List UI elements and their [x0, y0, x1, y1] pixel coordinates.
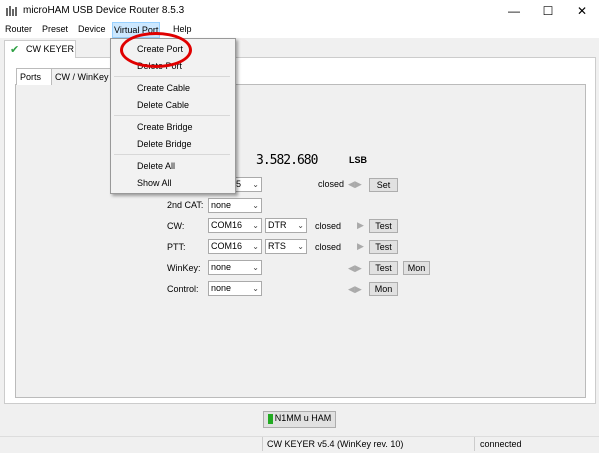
- mode-display: LSB: [349, 155, 367, 165]
- menu-preset[interactable]: Preset: [42, 24, 68, 34]
- led-icon: [267, 413, 273, 424]
- close-button[interactable]: ✕: [565, 0, 599, 22]
- winkey-status-icon: ◀▶: [348, 263, 362, 273]
- status-separator: [262, 437, 263, 451]
- frequency-display: 3.582.680: [256, 153, 318, 168]
- winkey-test-button[interactable]: Test: [369, 261, 398, 275]
- ptt-test-button[interactable]: Test: [369, 240, 398, 254]
- menu-separator: [114, 115, 230, 116]
- cat-status-icon: ◀▶: [348, 179, 362, 189]
- tab-ports[interactable]: Ports: [16, 68, 52, 85]
- window-title: microHAM USB Device Router 8.5.3: [23, 5, 185, 16]
- menu-separator: [114, 154, 230, 155]
- minimize-button[interactable]: —: [497, 0, 531, 22]
- ptt-line-select[interactable]: RTS ⌄: [265, 239, 307, 254]
- menu-help[interactable]: Help: [173, 24, 192, 34]
- ptt-status-icon: ▶: [357, 241, 364, 251]
- ptt-status: closed: [315, 242, 342, 252]
- cw-label: CW:: [167, 221, 185, 231]
- tab-cw-keyer[interactable]: ✔ CW KEYER: [4, 40, 76, 58]
- second-cat-select[interactable]: none ⌄: [208, 198, 262, 213]
- winkey-mon-button[interactable]: Mon: [403, 261, 430, 275]
- menu-delete-cable[interactable]: Delete Cable: [137, 100, 189, 110]
- cw-test-button[interactable]: Test: [369, 219, 398, 233]
- control-status-icon: ◀▶: [348, 284, 362, 294]
- menu-create-bridge[interactable]: Create Bridge: [137, 122, 193, 132]
- device-version: CW KEYER v5.4 (WinKey rev. 10): [267, 439, 404, 449]
- n1mm-button[interactable]: N1MM u HAM: [263, 411, 336, 428]
- app-icon: [6, 6, 17, 16]
- cat-status: closed: [318, 179, 345, 189]
- menu-create-cable[interactable]: Create Cable: [137, 83, 190, 93]
- connection-status: connected: [480, 439, 522, 449]
- winkey-label: WinKey:: [167, 263, 201, 273]
- cw-line-select[interactable]: DTR ⌄: [265, 218, 307, 233]
- highlight-circle: [120, 32, 192, 68]
- cw-status: closed: [315, 221, 342, 231]
- second-cat-label: 2nd CAT:: [167, 200, 204, 210]
- menu-separator: [114, 76, 230, 77]
- menu-router[interactable]: Router: [5, 24, 32, 34]
- cw-status-icon: ▶: [357, 220, 364, 230]
- menu-delete-bridge[interactable]: Delete Bridge: [137, 139, 192, 149]
- status-separator: [474, 437, 475, 451]
- control-port-select[interactable]: none ⌄: [208, 281, 262, 296]
- control-label: Control:: [167, 284, 199, 294]
- tab-cw-keyer-label: CW KEYER: [26, 44, 75, 54]
- control-mon-button[interactable]: Mon: [369, 282, 398, 296]
- ptt-port-select[interactable]: COM16 ⌄: [208, 239, 262, 254]
- check-icon: ✔: [10, 44, 20, 56]
- menu-show-all[interactable]: Show All: [137, 178, 172, 188]
- ptt-label: PTT:: [167, 242, 186, 252]
- winkey-port-select[interactable]: none ⌄: [208, 260, 262, 275]
- maximize-button[interactable]: ☐: [531, 0, 565, 22]
- cw-port-select[interactable]: COM16 ⌄: [208, 218, 262, 233]
- cat-set-button[interactable]: Set: [369, 178, 398, 192]
- menu-device[interactable]: Device: [78, 24, 106, 34]
- menu-delete-all[interactable]: Delete All: [137, 161, 175, 171]
